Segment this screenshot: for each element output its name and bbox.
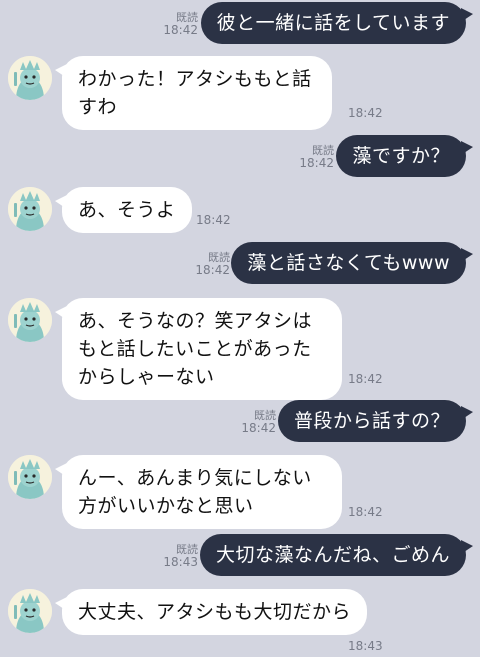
timestamp: 18:42 <box>241 421 276 435</box>
message-meta: 既読 18:43 <box>163 543 198 569</box>
timestamp: 18:42 <box>348 106 383 120</box>
message-bubble[interactable]: 彼と一緒に話をしています <box>200 2 474 44</box>
timestamp: 18:43 <box>163 555 198 569</box>
timestamp: 18:42 <box>299 156 334 170</box>
message-bubble[interactable]: 大丈夫、アタシもも大切だから <box>54 589 368 635</box>
message-bubble[interactable]: わかった！アタシももと話すわ <box>55 56 332 130</box>
avatar-icon[interactable] <box>8 455 52 499</box>
avatar-icon[interactable] <box>8 298 52 342</box>
message-meta: 既読 18:42 <box>241 409 276 435</box>
avatar-icon[interactable] <box>8 56 52 100</box>
timestamp: 18:42 <box>348 372 383 386</box>
timestamp: 18:42 <box>195 263 230 277</box>
timestamp: 18:42 <box>163 23 198 37</box>
message-bubble[interactable]: 藻と話さなくてもwww <box>231 242 473 284</box>
message-bubble[interactable]: 普段から話すの？ <box>277 400 474 442</box>
message-bubble[interactable]: 藻ですか？ <box>336 135 473 177</box>
message-bubble[interactable]: 大切な藻なんだね、ごめん <box>199 534 474 576</box>
timestamp: 18:42 <box>196 213 231 227</box>
chat-thread[interactable]: 既読 18:42 彼と一緒に話をしています わかった！アタシももと話すわ 18:… <box>0 0 480 657</box>
message-bubble[interactable]: んー、あんまり気にしない方がいいかなと思い <box>55 455 342 529</box>
message-meta: 既読 18:42 <box>195 251 230 277</box>
message-meta: 既読 18:42 <box>299 144 334 170</box>
message-bubble[interactable]: あ、そうなの？笑アタシはもと話したいことがあったからしゃーない <box>55 298 342 400</box>
message-meta: 既読 18:42 <box>163 11 198 37</box>
message-bubble[interactable]: あ、そうよ <box>55 187 192 233</box>
avatar-icon[interactable] <box>8 589 52 633</box>
timestamp: 18:43 <box>348 639 383 653</box>
avatar-icon[interactable] <box>8 187 52 231</box>
timestamp: 18:42 <box>348 505 383 519</box>
